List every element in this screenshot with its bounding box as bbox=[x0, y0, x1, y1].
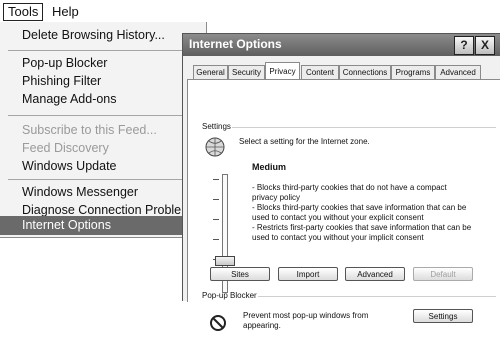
close-button[interactable]: X bbox=[475, 36, 495, 55]
menu-separator bbox=[8, 50, 202, 51]
privacy-bullet: - Blocks third-party cookies that do not… bbox=[252, 183, 447, 202]
slider-tick bbox=[213, 239, 219, 240]
menu-item-windows-messenger[interactable]: Windows Messenger bbox=[0, 183, 204, 202]
tab-connections[interactable]: Connections bbox=[339, 65, 391, 79]
menu-item-subscribe-feed: Subscribe to this Feed... bbox=[22, 123, 157, 137]
menu-separator bbox=[8, 115, 202, 116]
slider-tick bbox=[213, 199, 219, 200]
tab-privacy[interactable]: Privacy bbox=[265, 62, 300, 80]
menu-item-internet-options[interactable]: Internet Options bbox=[0, 216, 204, 235]
tab-advanced[interactable]: Advanced bbox=[435, 65, 481, 79]
privacy-panel: Settings Select a setting for the Intern… bbox=[187, 79, 500, 331]
default-button: Default bbox=[413, 267, 473, 281]
no-popup-icon bbox=[209, 314, 227, 337]
menu-separator bbox=[8, 179, 202, 180]
privacy-bullet: - Restricts first-party cookies that sav… bbox=[252, 223, 472, 242]
tab-security[interactable]: Security bbox=[228, 65, 265, 79]
help-icon: ? bbox=[460, 38, 468, 52]
popup-blocker-group-label: Pop-up Blocker bbox=[202, 291, 257, 300]
menu-item-manage-addons[interactable]: Manage Add-ons bbox=[0, 90, 204, 109]
menu-bar: Tools Help bbox=[0, 0, 210, 22]
settings-instruction: Select a setting for the Internet zone. bbox=[239, 137, 370, 146]
import-button[interactable]: Import bbox=[278, 267, 338, 281]
menu-help[interactable]: Help bbox=[48, 4, 83, 20]
close-icon: X bbox=[480, 38, 489, 52]
menu-item-delete-browsing-history[interactable]: Delete Browsing History... bbox=[0, 26, 204, 45]
sites-button[interactable]: Sites bbox=[210, 267, 270, 281]
settings-group-label: Settings bbox=[202, 122, 231, 131]
tab-strip: General Security Privacy Content Connect… bbox=[183, 62, 500, 80]
menu-item-popup-blocker[interactable]: Pop-up Blocker bbox=[0, 54, 204, 73]
privacy-level-description: - Blocks third-party cookies that do not… bbox=[252, 183, 472, 243]
settings-divider bbox=[232, 127, 496, 128]
menu-item-phishing-filter[interactable]: Phishing Filter bbox=[0, 72, 204, 91]
popup-blocker-description: Prevent most pop-up windows from appeari… bbox=[243, 311, 369, 330]
popup-settings-button[interactable]: Settings bbox=[413, 309, 473, 323]
help-button[interactable]: ? bbox=[454, 36, 474, 55]
slider-tick bbox=[213, 219, 219, 220]
dialog-titlebar[interactable]: Internet Options ? X bbox=[183, 34, 500, 56]
dialog-title: Internet Options bbox=[189, 37, 282, 51]
privacy-level-name: Medium bbox=[252, 162, 287, 172]
popup-blocker-divider bbox=[258, 296, 496, 297]
menu-item-feed-discovery: Feed Discovery bbox=[22, 141, 109, 155]
menu-item-windows-update[interactable]: Windows Update bbox=[0, 157, 204, 176]
internet-options-dialog: Internet Options ? X General Security Pr… bbox=[182, 33, 500, 331]
privacy-level-slider-thumb[interactable] bbox=[215, 256, 235, 266]
tab-general[interactable]: General bbox=[193, 65, 228, 79]
tools-dropdown-menu: Delete Browsing History... Pop-up Blocke… bbox=[0, 22, 208, 238]
menu-tools[interactable]: Tools bbox=[3, 3, 44, 21]
tab-content[interactable]: Content bbox=[301, 65, 339, 79]
tab-programs[interactable]: Programs bbox=[391, 65, 435, 79]
advanced-button[interactable]: Advanced bbox=[345, 267, 405, 281]
internet-zone-icon bbox=[204, 136, 226, 163]
privacy-bullet: - Blocks third-party cookies that save i… bbox=[252, 203, 467, 222]
slider-tick bbox=[213, 179, 219, 180]
